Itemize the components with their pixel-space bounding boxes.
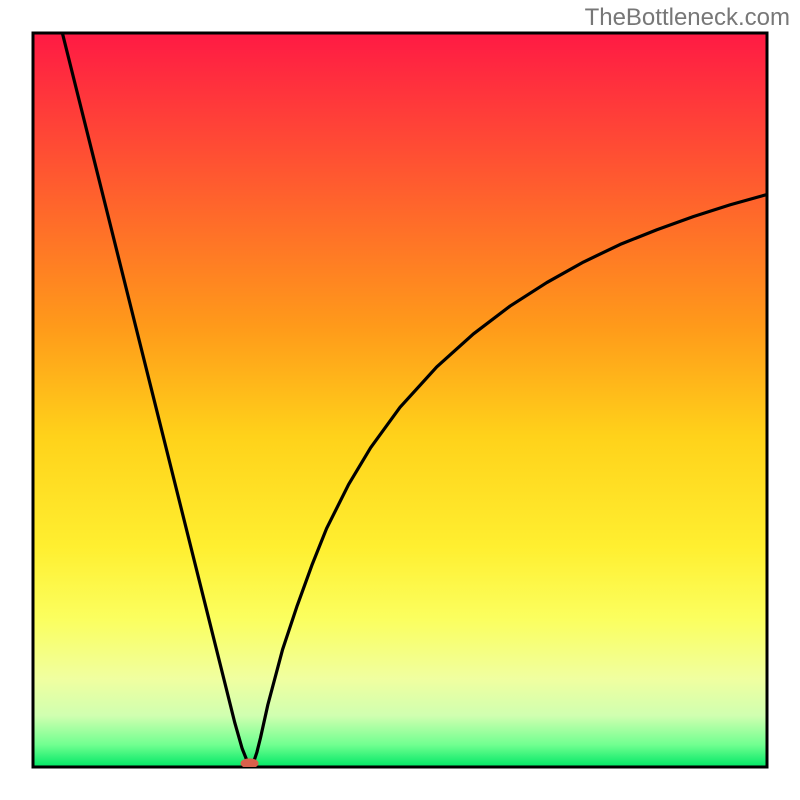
- gradient-background: [33, 33, 767, 767]
- chart-container: TheBottleneck.com: [0, 0, 800, 800]
- minimum-marker: [241, 758, 259, 768]
- bottleneck-chart: [0, 0, 800, 800]
- watermark-text: TheBottleneck.com: [585, 4, 790, 32]
